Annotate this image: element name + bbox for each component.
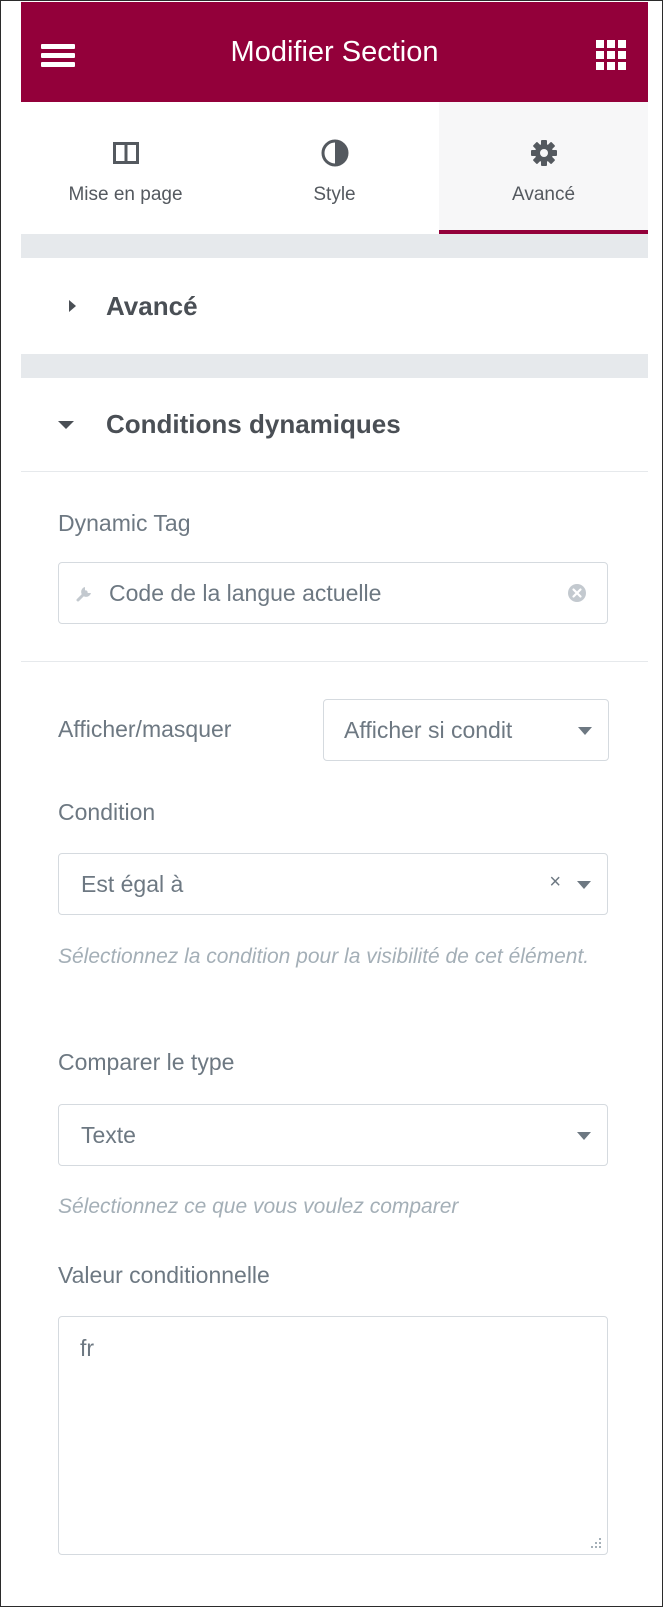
section-title: Avancé [106,290,198,321]
section-advanced-toggle[interactable]: Avancé [21,258,648,354]
condition-select[interactable]: Est égal à × [58,853,608,915]
panel-tabs: Mise en page Style Avancé [21,102,648,234]
compare-type-label: Comparer le type [58,1049,235,1075]
hamburger-line [41,53,75,58]
grid-dot [607,40,615,48]
window-frame: Modifier Section Mise en page Style Avan… [0,0,663,1607]
dynamic-tag-value: Code de la langue actuelle [109,579,382,606]
panel-title: Modifier Section [230,35,439,68]
half-circle-icon [321,138,349,168]
compare-type-help: Sélectionnez ce que vous voulez comparer [58,1195,459,1218]
chevron-down-icon [578,727,592,735]
caret-down-icon [58,420,74,429]
grid-dot [607,51,615,59]
conditional-value-textarea[interactable]: fr [58,1316,608,1555]
chevron-down-icon [577,881,591,889]
wrench-icon [75,583,95,603]
grid-dot [618,51,626,59]
show-hide-value: Afficher si condit [344,716,513,743]
compare-type-value: Texte [81,1121,136,1148]
caret-right-icon [69,300,76,312]
condition-label: Condition [58,799,156,825]
chevron-down-icon [577,1132,591,1140]
grid-dot [618,62,626,70]
clear-icon[interactable] [567,583,587,603]
tab-label: Mise en page [68,184,183,205]
condition-value: Est égal à [81,870,184,897]
show-hide-label: Afficher/masquer [58,716,232,742]
hamburger-line [41,62,75,67]
clear-selection-icon[interactable]: × [549,871,561,894]
grid-dot [596,51,604,59]
section-conditions-toggle[interactable]: Conditions dynamiques [21,378,648,472]
resize-handle-icon[interactable] [589,1536,601,1548]
show-hide-select[interactable]: Afficher si condit [323,699,609,761]
hamburger-line [41,44,75,49]
editor-panel: Modifier Section Mise en page Style Avan… [21,2,648,1606]
tab-layout[interactable]: Mise en page [21,102,230,234]
section-separator [21,354,648,378]
conditional-value-label: Valeur conditionnelle [58,1262,270,1288]
condition-help: Sélectionnez la condition pour la visibi… [58,945,590,968]
grid-icon[interactable] [596,40,626,70]
gear-icon [530,138,558,168]
tab-label: Avancé [511,184,576,205]
tab-label: Style [313,184,356,205]
hamburger-icon[interactable] [41,44,75,68]
dynamic-tag-field[interactable]: Code de la langue actuelle [58,562,608,624]
panel-header: Modifier Section [21,2,648,102]
conditional-value-text: fr [80,1335,95,1361]
grid-dot [596,40,604,48]
grid-dot [596,62,604,70]
grid-dot [607,62,615,70]
section-title: Conditions dynamiques [106,409,401,439]
compare-type-select[interactable]: Texte [58,1104,608,1166]
grid-dot [618,40,626,48]
tab-style[interactable]: Style [230,102,439,234]
field-divider [21,661,648,662]
columns-icon [112,138,139,168]
section-separator [21,234,648,258]
tab-advanced[interactable]: Avancé [439,102,648,234]
dynamic-tag-label: Dynamic Tag [58,510,191,536]
